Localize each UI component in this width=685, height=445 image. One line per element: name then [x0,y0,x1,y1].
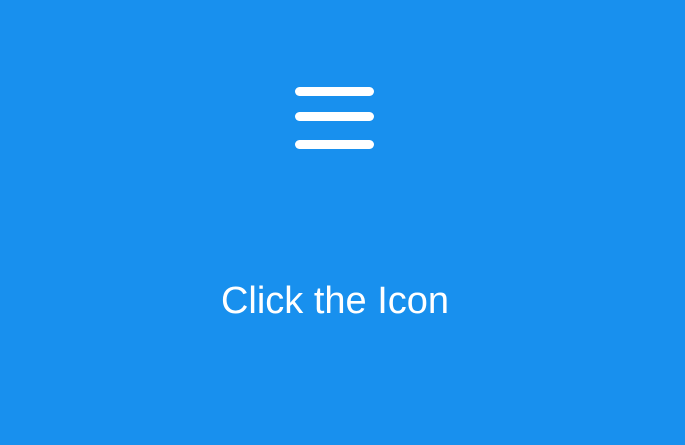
menu-icon-bar-middle [295,112,374,121]
menu-icon-bar-bottom [295,140,374,149]
instruction-text: Click the Icon [220,280,450,322]
app-screen: Click the Icon [0,0,685,445]
menu-icon-bar-top [295,87,374,96]
hamburger-menu-button[interactable] [292,84,376,152]
